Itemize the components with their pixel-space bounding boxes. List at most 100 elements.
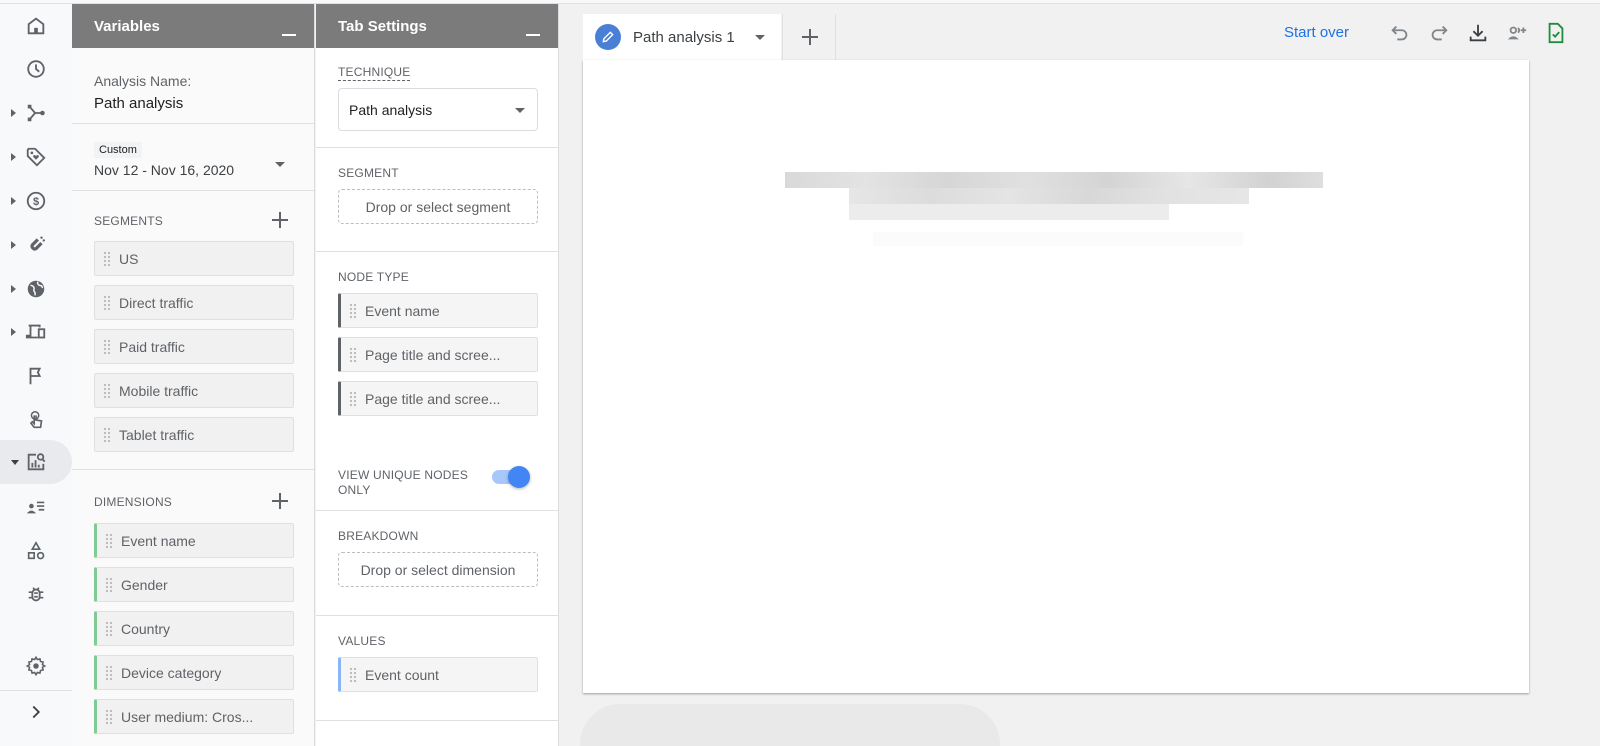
segment-chip[interactable]: US [94, 241, 294, 276]
download-button[interactable] [1465, 20, 1491, 46]
drag-handle-icon[interactable] [105, 664, 113, 681]
segment-chip[interactable]: Direct traffic [94, 285, 294, 320]
add-tab-button[interactable] [782, 14, 836, 60]
dimension-chip[interactable]: User medium: Cros... [94, 699, 294, 734]
drag-handle-icon[interactable] [105, 708, 113, 725]
drag-handle-icon[interactable] [103, 294, 111, 311]
segments-label: SEGMENTS [94, 214, 163, 228]
saved-status-button[interactable] [1543, 20, 1569, 46]
breakdown-drop-zone[interactable]: Drop or select dimension [338, 552, 538, 587]
share-button[interactable] [1504, 20, 1530, 46]
analysis-name-input[interactable]: Path analysis [94, 95, 314, 112]
nav-tech[interactable] [0, 310, 72, 354]
drag-handle-icon[interactable] [105, 532, 113, 549]
pencil-icon[interactable] [595, 24, 621, 50]
toggle-thumb [508, 466, 530, 488]
dimension-chip[interactable]: Gender [94, 567, 294, 602]
segment-chip[interactable]: Tablet traffic [94, 417, 294, 452]
nav-monetization[interactable]: $ [0, 179, 72, 223]
tab-path-analysis-1[interactable]: Path analysis 1 [583, 14, 781, 60]
analysis-name-section: Analysis Name: Path analysis [72, 48, 314, 124]
drag-handle-icon[interactable] [349, 346, 357, 363]
segment-label: SEGMENT [338, 166, 399, 180]
drag-handle-icon[interactable] [105, 620, 113, 637]
analysis-name-label: Analysis Name: [94, 73, 192, 89]
drag-handle-icon[interactable] [103, 338, 111, 355]
technique-label[interactable]: TECHNIQUE [338, 65, 411, 81]
tab-settings-panel-header: Tab Settings [316, 4, 558, 48]
breakdown-section: BREAKDOWN Drop or select dimension [316, 511, 558, 616]
nav-realtime[interactable] [0, 47, 72, 91]
magnet-icon [30, 236, 45, 251]
expand-rail-button[interactable] [0, 690, 72, 734]
expand-caret-icon [11, 285, 16, 293]
add-segment-plus-icon[interactable] [271, 211, 289, 229]
date-dropdown-caret-icon [275, 162, 285, 167]
technique-section: TECHNIQUE Path analysis [316, 48, 558, 148]
expand-caret-icon [11, 328, 16, 336]
devices-icon [25, 324, 46, 339]
expand-caret-icon [11, 241, 16, 249]
home-icon [27, 17, 45, 35]
nav-home[interactable] [0, 4, 72, 48]
dimensions-section: DIMENSIONS Event name Gender Country Dev… [72, 470, 314, 746]
nav-retention[interactable] [0, 223, 72, 267]
segment-section: SEGMENT Drop or select segment [316, 148, 558, 252]
technique-value: Path analysis [349, 102, 433, 118]
monetization-icon: $ [26, 191, 46, 211]
drag-handle-icon[interactable] [105, 576, 113, 593]
unique-nodes-toggle[interactable] [490, 466, 530, 488]
touch-icon [29, 411, 43, 429]
node-type-chip[interactable]: Event name [338, 293, 538, 328]
tab-menu-caret-icon[interactable] [755, 35, 765, 40]
expand-caret-icon [11, 153, 16, 161]
drag-handle-icon[interactable] [349, 390, 357, 407]
drag-handle-icon[interactable] [103, 250, 111, 267]
start-over-link[interactable]: Start over [1284, 24, 1349, 41]
expand-caret-icon [11, 109, 16, 117]
drag-handle-icon[interactable] [349, 666, 357, 683]
visualization-canvas[interactable] [583, 60, 1529, 693]
node-type-section: NODE TYPE Event name Page title and scre… [316, 252, 558, 511]
nav-engagement[interactable] [0, 135, 72, 179]
nav-events[interactable] [0, 354, 72, 398]
date-range-picker[interactable]: Custom Nov 12 - Nov 16, 2020 [72, 124, 314, 191]
nav-acquisition[interactable] [0, 91, 72, 135]
nav-custom-definitions[interactable] [0, 529, 72, 573]
nav-explore[interactable] [0, 440, 72, 484]
tab-settings-panel: Tab Settings TECHNIQUE Path analysis SEG… [316, 4, 559, 746]
drag-handle-icon[interactable] [103, 382, 111, 399]
values-label: VALUES [338, 634, 386, 648]
node-type-chip[interactable]: Page title and scree... [338, 337, 538, 372]
node-type-chip[interactable]: Page title and scree... [338, 381, 538, 416]
drag-handle-icon[interactable] [103, 426, 111, 443]
nav-debugview[interactable] [0, 572, 72, 616]
user-list-icon [26, 501, 45, 514]
nav-admin[interactable] [0, 644, 72, 688]
add-dimension-plus-icon[interactable] [271, 492, 289, 510]
redo-button[interactable] [1426, 20, 1452, 46]
undo-button[interactable] [1387, 20, 1413, 46]
technique-select[interactable]: Path analysis [338, 88, 538, 131]
download-icon [1469, 24, 1487, 42]
value-chip[interactable]: Event count [338, 657, 538, 692]
segment-chip[interactable]: Paid traffic [94, 329, 294, 364]
nav-audiences[interactable] [0, 485, 72, 529]
plus-icon [801, 28, 819, 46]
collapse-caret-icon [11, 460, 19, 465]
segment-chip[interactable]: Mobile traffic [94, 373, 294, 408]
chevron-right-icon [32, 705, 41, 719]
nav-conversions[interactable] [0, 398, 72, 442]
dimension-chip[interactable]: Device category [94, 655, 294, 690]
drag-handle-icon[interactable] [349, 302, 357, 319]
segment-drop-zone[interactable]: Drop or select segment [338, 189, 538, 224]
flag-icon [29, 367, 42, 385]
globe-icon [27, 280, 45, 298]
nav-demographics[interactable] [0, 267, 72, 311]
unique-nodes-label: VIEW UNIQUE NODES ONLY [338, 468, 469, 497]
dimension-chip[interactable]: Event name [94, 523, 294, 558]
dimensions-label: DIMENSIONS [94, 495, 173, 509]
minimize-tab-settings-button[interactable] [526, 34, 540, 36]
dimension-chip[interactable]: Country [94, 611, 294, 646]
minimize-variables-button[interactable] [282, 34, 296, 36]
